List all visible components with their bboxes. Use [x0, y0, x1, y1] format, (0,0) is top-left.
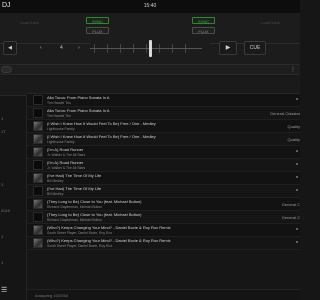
left-play-button[interactable]: ◀ [3, 41, 17, 55]
left-column-value: 1 [1, 116, 4, 121]
track-row[interactable]: (I'm A) Road Runner Jr. Walker & The All … [27, 146, 300, 159]
track-genre: General C [281, 202, 300, 207]
album-art [33, 186, 43, 196]
track-artist: Bill Medley [47, 192, 64, 196]
library-toolbar: ⋮ [0, 65, 300, 75]
track-artist: Lighthouse Family [47, 127, 75, 131]
left-info-column: 1 17 1 2019 1 1 ☰ [0, 76, 27, 300]
left-column-value: 17 [1, 129, 6, 134]
track-artist: Jr. Walker & The All Stars [47, 153, 86, 157]
album-art [33, 225, 43, 235]
track-artist: Jr. Walker & The All Stars [47, 166, 86, 170]
track-artist: South Street Player, Daniel Bovie, Roy R… [47, 244, 113, 248]
album-art [33, 108, 43, 118]
track-title: (Who?) Keeps Changing Your Mind? - Danie… [47, 225, 171, 230]
track-title: (I've Had) The Time Of My Life [47, 186, 102, 191]
track-list: Alla Turca: From Piano Sonata In A Tim Ha… [27, 76, 300, 290]
right-sync-button[interactable]: SYNC [192, 17, 215, 24]
album-art [33, 147, 43, 157]
beat-value: 4 [60, 45, 63, 51]
album-art [33, 160, 43, 170]
sidebar-toggle-icon[interactable]: ☰ [1, 286, 7, 294]
row-status-dot [296, 176, 298, 178]
track-artist: Tim Handel Trio [47, 114, 71, 118]
left-column-header [0, 76, 27, 96]
status-text: Analyzing 10/2054 [35, 293, 68, 298]
track-genre: General C [281, 215, 300, 220]
album-art [33, 173, 43, 183]
track-row[interactable]: Alla Turca: From Piano Sonata In A Tim Ha… [27, 94, 300, 107]
track-list-header [27, 76, 300, 94]
track-title: (They Long to Be) Close to You (feat. Mi… [47, 212, 142, 217]
album-art [33, 212, 43, 222]
left-column-value: 1 [1, 260, 4, 265]
track-artist: South Street Player, Daniel Bovie, Roy R… [47, 231, 113, 235]
track-title: (I Wish I Knew How It Would Feel To Be) … [47, 121, 156, 126]
track-row[interactable]: (I Wish I Knew How It Would Feel To Be) … [27, 120, 300, 133]
track-row[interactable]: (Who?) Keeps Changing Your Mind? - Danie… [27, 224, 300, 237]
left-sync-button[interactable]: SYNC [86, 17, 109, 24]
track-title: (I've Had) The Time Of My Life [47, 173, 102, 178]
pitch-slider[interactable] [90, 48, 202, 49]
play-button[interactable]: ▶ [219, 41, 237, 55]
track-title: Alla Turca: From Piano Sonata In A [47, 108, 110, 113]
track-artist: Richard Clayderman, Michael Bolton [47, 205, 103, 209]
row-status-dot [296, 241, 298, 243]
top-bar: DJ 15:40 [0, 0, 300, 13]
left-deck-load-hint: Load track [20, 20, 39, 25]
track-row[interactable]: Alla Turca: From Piano Sonata In A Tim Ha… [27, 107, 300, 120]
track-row[interactable]: (They Long to Be) Close to You (feat. Mi… [27, 211, 300, 224]
track-row[interactable]: (Who?) Keeps Changing Your Mind? - Danie… [27, 237, 300, 250]
cue-button[interactable]: CUE [244, 41, 266, 55]
album-art [33, 121, 43, 131]
left-column-value: 1 [1, 182, 4, 187]
right-deck-load-hint: Load track [261, 20, 280, 25]
track-row[interactable]: (I've Had) The Time Of My Life Bill Medle… [27, 172, 300, 185]
track-genre: Quality [287, 124, 300, 129]
album-art [33, 134, 43, 144]
track-row[interactable]: (They Long to Be) Close to You (feat. Mi… [27, 198, 300, 211]
row-status-dot [296, 163, 298, 165]
left-column-value: 1 [1, 234, 4, 239]
clock: 15:40 [143, 3, 157, 9]
library-dots-icon[interactable]: ⋮ [290, 66, 296, 73]
deck-panel: Load track Load track SYNC FLUX SYNC FLU… [0, 13, 300, 65]
track-artist: Lighthouse Family [47, 140, 75, 144]
track-row[interactable]: (I've Had) The Time Of My Life Bill Medle… [27, 185, 300, 198]
track-title: (I'm A) Road Runner [47, 147, 84, 152]
track-row[interactable]: (I'm A) Road Runner Jr. Walker & The All … [27, 159, 300, 172]
prev-arrow-icon[interactable]: ‹ [40, 45, 42, 51]
row-status-dot [296, 189, 298, 191]
row-status-dot [296, 150, 298, 152]
row-status-dot [296, 98, 298, 100]
library-toggle[interactable] [1, 66, 12, 73]
album-art [33, 95, 43, 105]
left-flux-button[interactable]: FLUX [86, 27, 109, 34]
track-artist: Bill Medley [47, 179, 64, 183]
track-genre: Quality [287, 137, 300, 142]
status-bar: Analyzing 10/2054 [27, 289, 300, 300]
track-artist: Richard Clayderman, Michael Bolton [47, 218, 103, 222]
right-flux-button[interactable]: FLUX [192, 27, 215, 34]
track-artist: Tim Handel Trio [47, 101, 71, 105]
album-art [33, 199, 43, 209]
track-title: (I'm A) Road Runner [47, 160, 84, 165]
next-arrow-icon[interactable]: › [78, 45, 80, 51]
track-row[interactable]: (I Wish I Knew How It Would Feel To Be) … [27, 133, 300, 146]
pitch-slider-handle[interactable] [149, 40, 152, 57]
track-title: (They Long to Be) Close to You (feat. Mi… [47, 199, 142, 204]
track-title: (Who?) Keeps Changing Your Mind? - Danie… [47, 238, 171, 243]
album-art [33, 238, 43, 248]
row-status-dot [296, 228, 298, 230]
track-genre: General Classical [270, 111, 300, 116]
play-icon: ▶ [225, 45, 231, 51]
left-column-value: 2019 [1, 208, 10, 213]
track-title: Alla Turca: From Piano Sonata In A [47, 95, 110, 100]
track-title: (I Wish I Knew How It Would Feel To Be) … [47, 134, 156, 139]
